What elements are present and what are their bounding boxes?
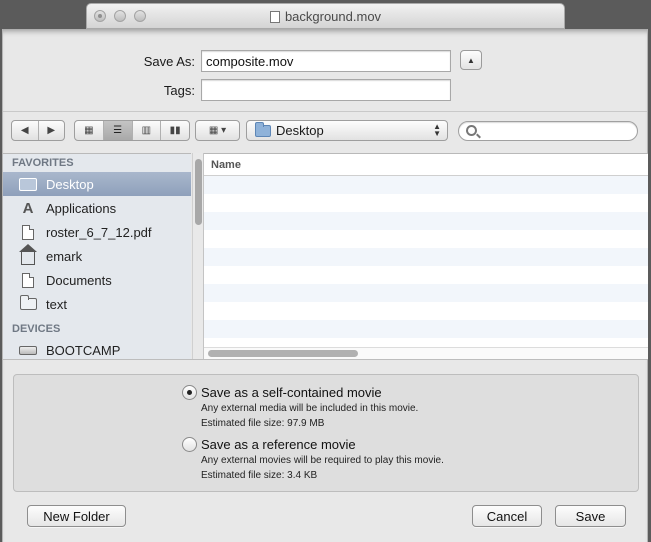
sidebar-item-bootcamp[interactable]: BOOTCAMP [3, 338, 191, 359]
list-view-icon: ☰ [113, 125, 123, 136]
list-row [204, 248, 648, 266]
icon-view-button[interactable]: ▦ [75, 121, 104, 140]
list-row [204, 320, 648, 338]
sidebar-scroll-thumb[interactable] [195, 159, 202, 225]
sidebar-item-label: Documents [46, 272, 112, 288]
reference-label: Save as a reference movie [201, 437, 356, 452]
save-as-field[interactable] [201, 50, 451, 72]
divider [3, 111, 647, 112]
search-input[interactable] [483, 124, 631, 138]
list-row [204, 212, 648, 230]
back-button[interactable]: ◀ [12, 121, 39, 140]
name-column-header[interactable]: Name [204, 154, 648, 176]
column-view-button[interactable]: ▥ [133, 121, 162, 140]
reference-option[interactable]: Save as a reference movie [182, 437, 356, 452]
forward-arrow-icon: ▶ [47, 125, 56, 136]
home-icon [19, 243, 37, 265]
new-folder-button[interactable]: New Folder [27, 505, 126, 527]
forward-button[interactable]: ▶ [39, 121, 65, 140]
list-row [204, 230, 648, 248]
updown-arrows-icon: ▲ ▼ [433, 122, 441, 138]
sidebar-item-label: roster_6_7_12.pdf [46, 224, 152, 240]
location-popup[interactable]: Desktop ▲ ▼ [246, 120, 448, 141]
divider [3, 359, 647, 360]
search-field[interactable] [458, 121, 638, 141]
sidebar: FAVORITES Desktop A Applications roster_… [3, 153, 191, 359]
list-row [204, 284, 648, 302]
self-contained-label: Save as a self-contained movie [201, 385, 382, 400]
drive-icon [19, 345, 37, 355]
reference-file-size: Estimated file size: 3.4 KB [201, 470, 318, 481]
devices-heading: DEVICES [12, 323, 61, 335]
desktop-folder-icon [255, 121, 271, 137]
coverflow-view-icon: ▮▮ [169, 125, 181, 136]
sidebar-scrollbar[interactable] [192, 153, 204, 359]
column-view-icon: ▥ [141, 125, 152, 136]
list-row [204, 176, 648, 194]
desktop-icon [19, 177, 37, 191]
chevron-up-icon: ▲ [467, 55, 475, 65]
sidebar-item-emark[interactable]: emark [3, 243, 191, 268]
self-contained-file-size: Estimated file size: 97.9 MB [201, 418, 325, 429]
background-window-titlebar: background.mov [86, 3, 565, 29]
self-contained-option[interactable]: Save as a self-contained movie [182, 385, 382, 400]
icon-view-icon: ▦ [84, 125, 94, 136]
sidebar-item-desktop[interactable]: Desktop [3, 172, 191, 196]
save-as-label: Save As: [143, 54, 195, 69]
back-forward-control: ◀ ▶ [11, 120, 65, 141]
horizontal-scroll-thumb[interactable] [208, 350, 358, 357]
favorites-heading: FAVORITES [12, 157, 74, 169]
location-label: Desktop [276, 123, 324, 138]
sidebar-item-roster-pdf[interactable]: roster_6_7_12.pdf [3, 220, 191, 244]
save-options-box: Save as a self-contained movie Any exter… [13, 374, 639, 492]
view-mode-control: ▦ ☰ ▥ ▮▮ [74, 120, 190, 141]
sidebar-item-text[interactable]: text [3, 292, 191, 316]
list-row [204, 194, 648, 212]
sidebar-item-label: Desktop [46, 176, 94, 192]
self-contained-description: Any external media will be included in t… [201, 403, 419, 414]
tags-label: Tags: [163, 83, 195, 98]
reference-description: Any external movies will be required to … [201, 455, 444, 466]
back-arrow-icon: ◀ [20, 125, 29, 136]
file-list-horizontal-scrollbar[interactable] [204, 347, 648, 359]
document-icon [22, 224, 34, 240]
file-list-rows [204, 176, 648, 356]
window-title: background.mov [87, 9, 564, 24]
sidebar-item-label: text [46, 296, 67, 312]
save-sheet: Save As: ▲ Tags: ◀ ▶ ▦ ☰ ▥ ▮▮ ▦ ▾ Deskto… [2, 29, 648, 542]
movie-document-icon [269, 11, 280, 23]
sidebar-item-label: BOOTCAMP [46, 342, 121, 358]
save-button[interactable]: Save [555, 505, 626, 527]
sidebar-item-applications[interactable]: A Applications [3, 196, 191, 220]
arrange-icon: ▦ ▾ [208, 125, 227, 136]
coverflow-view-button[interactable]: ▮▮ [161, 121, 189, 140]
self-contained-radio[interactable] [182, 385, 197, 400]
cancel-button[interactable]: Cancel [472, 505, 542, 527]
list-view-button[interactable]: ☰ [103, 121, 133, 140]
expand-sheet-button[interactable]: ▲ [460, 50, 482, 70]
documents-folder-icon [22, 272, 34, 288]
folder-icon [19, 295, 37, 310]
list-row [204, 302, 648, 320]
list-row [204, 266, 648, 284]
tags-field[interactable] [201, 79, 451, 101]
file-list[interactable]: Name [204, 153, 648, 359]
search-icon [466, 125, 477, 136]
sidebar-item-label: Applications [46, 200, 117, 216]
applications-icon: A [22, 199, 34, 217]
sidebar-item-label: emark [46, 248, 83, 264]
reference-radio[interactable] [182, 437, 197, 452]
window-title-text: background.mov [284, 9, 382, 24]
arrange-menu-button[interactable]: ▦ ▾ [195, 120, 240, 141]
sidebar-item-documents[interactable]: Documents [3, 268, 191, 292]
